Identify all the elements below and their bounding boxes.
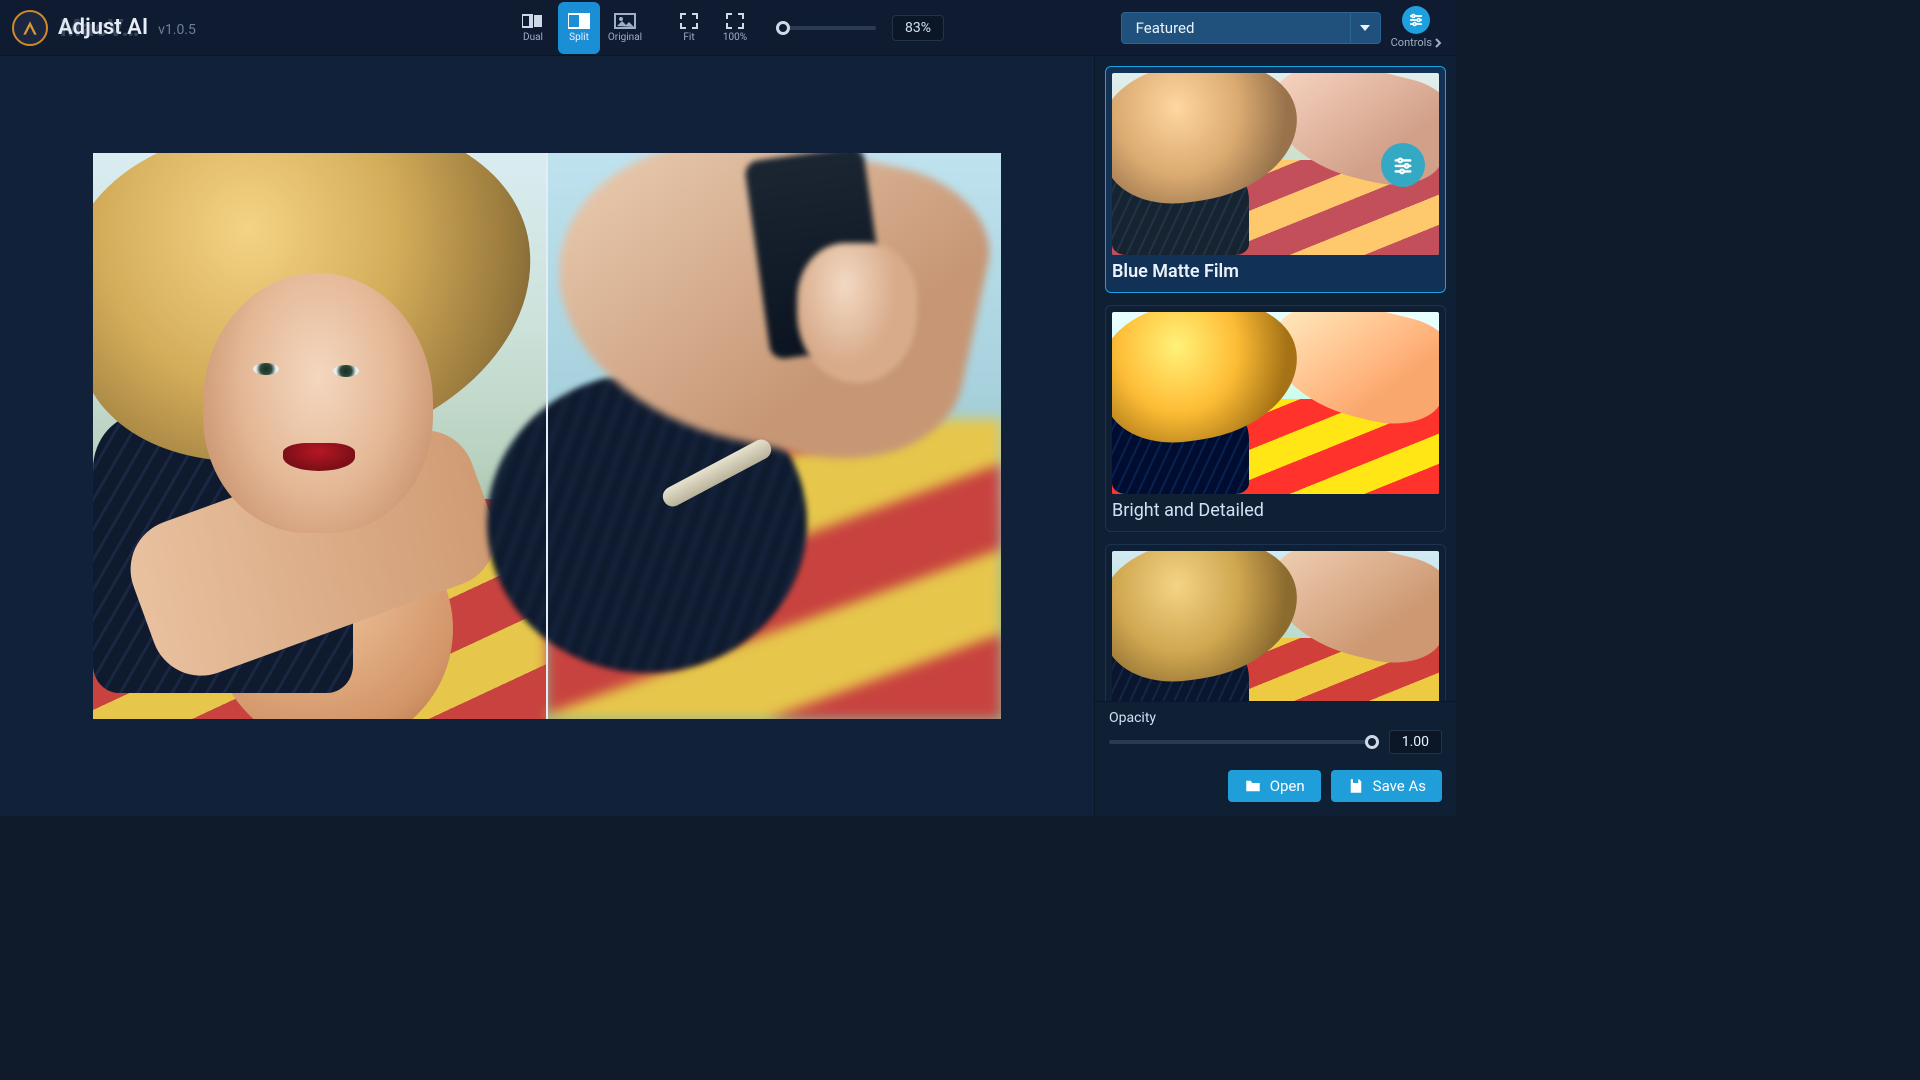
preset-list[interactable]: Blue Matte Film Bright and Detailed [1095,56,1456,701]
zoom-slider-thumb[interactable] [776,21,790,35]
opacity-label: Opacity [1109,710,1442,726]
fit-icon [678,12,700,30]
preset-thumb [1112,551,1439,701]
preset-category-toggle[interactable] [1351,12,1381,44]
controls-label: Controls [1391,36,1432,49]
chevron-down-icon [1360,25,1370,31]
zoom-slider[interactable] [776,26,876,30]
split-divider[interactable] [546,153,548,719]
save-as-button[interactable]: Save As [1331,770,1442,802]
zoom-fit-button[interactable]: Fit [668,2,710,54]
folder-icon [1244,777,1262,795]
preset-preset-3[interactable] [1105,544,1446,701]
opacity-value[interactable]: 1.00 [1389,730,1442,754]
zoom-value[interactable]: 83% [892,15,944,41]
dual-view-icon [522,12,544,30]
preset-sidebar: Blue Matte Film Bright and Detailed Opaci… [1094,56,1456,816]
open-button[interactable]: Open [1228,770,1321,802]
app-name: Adjust AI [58,15,148,40]
preview-canvas[interactable] [0,56,1094,816]
open-label: Open [1270,777,1305,795]
zoom-100-label: 100% [723,32,747,43]
view-dual-button[interactable]: Dual [512,2,554,54]
app-logo [12,10,48,46]
view-split-button[interactable]: Split [558,2,600,54]
save-icon [1347,777,1365,795]
view-original-button[interactable]: Original [604,2,646,54]
zoom-fit-label: Fit [683,32,694,43]
view-split-label: Split [569,32,589,43]
zoom-100-button[interactable]: 100% [714,2,756,54]
preset-title: Blue Matte Film [1112,261,1439,282]
preset-blue-matte-film[interactable]: Blue Matte Film [1105,66,1446,293]
opacity-slider-thumb[interactable] [1365,735,1379,749]
adjust-preset-icon[interactable] [1381,143,1425,187]
split-view-icon [568,12,590,30]
preset-thumb [1112,73,1439,255]
preset-title: Bright and Detailed [1112,500,1439,521]
preset-category-value: Featured [1121,12,1351,44]
titlebar: MacV… Adjust AI v1.0.5 Dual Split Origin… [0,0,1456,56]
save-as-label: Save As [1373,777,1426,795]
sliders-icon [1402,6,1430,34]
preset-thumb [1112,312,1439,494]
preview-before [93,153,547,719]
fullscreen-icon [724,12,746,30]
opacity-slider[interactable] [1109,740,1379,744]
chevron-right-icon [1434,38,1442,48]
view-dual-label: Dual [523,32,543,43]
view-toolbar: Dual Split Original Fit 100% [512,2,944,54]
preview-after [547,153,1001,719]
preview-image [93,153,1001,719]
preset-category-dropdown[interactable]: Featured [1121,12,1381,44]
controls-panel-button[interactable]: Controls [1391,6,1442,49]
view-original-label: Original [608,32,642,43]
original-view-icon [614,12,636,30]
preset-bright-detailed[interactable]: Bright and Detailed [1105,305,1446,532]
app-version: v1.0.5 [158,22,196,38]
